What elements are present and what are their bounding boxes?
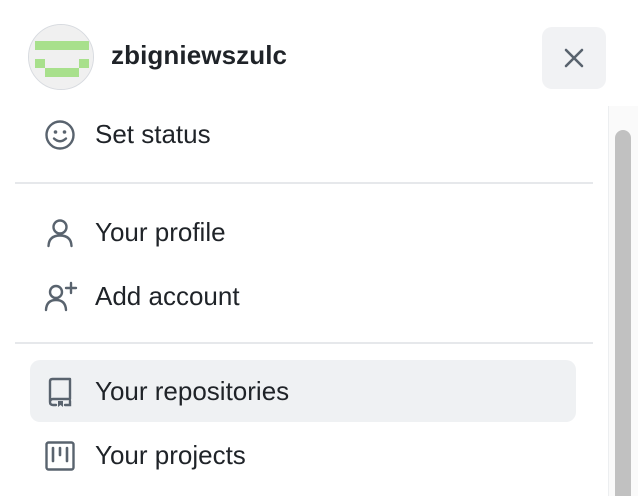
menu-item-label: Your repositories [95,376,290,406]
menu-item-label: Your profile [95,217,226,247]
user-menu-header: zbigniewszulc [0,0,638,110]
scrollbar-thumb[interactable] [615,130,631,496]
close-button[interactable] [542,27,606,89]
repo-icon [44,376,76,408]
avatar[interactable] [28,24,94,90]
menu-item-label: Add account [95,281,240,311]
menu-item-label: Your projects [95,440,246,470]
user-menu-panel: zbigniewszulc Set status Your profile Ad… [0,0,638,496]
identicon-avatar-icon [29,25,93,89]
divider [15,342,593,344]
person-add-icon [44,281,78,313]
menu-item-add-account[interactable]: Add account [30,265,576,327]
menu-item-your-profile[interactable]: Your profile [30,201,576,263]
username: zbigniewszulc [111,40,288,70]
smiley-icon [44,119,76,151]
divider [15,182,593,184]
person-icon [44,217,76,249]
close-icon [564,48,584,68]
menu-item-your-projects[interactable]: Your projects [30,424,576,486]
menu-item-label: Set status [95,119,211,149]
menu-item-set-status[interactable]: Set status [30,103,576,165]
menu-item-your-repositories[interactable]: Your repositories [30,360,576,422]
project-icon [44,440,76,472]
